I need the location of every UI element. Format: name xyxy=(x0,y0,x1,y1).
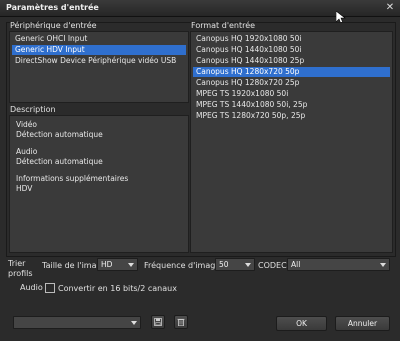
delete-preset-icon xyxy=(177,318,185,326)
profiles-label: profils xyxy=(8,269,33,278)
format-item[interactable]: MPEG TS 1920x1080 50i xyxy=(193,89,390,99)
audio-label: Audio xyxy=(20,283,43,292)
chevron-down-icon xyxy=(245,263,251,267)
description-line: Détection automatique xyxy=(16,130,103,139)
chevron-down-icon xyxy=(128,263,134,267)
format-item[interactable]: MPEG TS 1440x1080 50i, 25p xyxy=(193,100,390,110)
format-item[interactable]: Canopus HQ 1280x720 25p xyxy=(193,78,390,88)
delete-preset-button[interactable] xyxy=(174,315,188,329)
cancel-button[interactable]: Annuler xyxy=(335,316,390,331)
format-item[interactable]: Canopus HQ 1280x720 50p xyxy=(193,67,390,77)
description-line: HDV xyxy=(16,184,33,193)
format-item[interactable]: Canopus HQ 1440x1080 25p xyxy=(193,56,390,66)
chevron-down-icon xyxy=(131,321,137,325)
frame-rate-value: 50 xyxy=(219,260,229,269)
format-item[interactable]: Canopus HQ 1920x1080 50i xyxy=(193,34,390,44)
window-title: Paramètres d'entrée xyxy=(6,3,99,12)
chevron-down-icon xyxy=(380,263,386,267)
codec-value: All xyxy=(291,260,301,269)
close-icon[interactable]: ✕ xyxy=(384,2,396,14)
codec-dropdown[interactable]: All xyxy=(287,258,390,271)
ok-button[interactable]: OK xyxy=(276,316,327,331)
device-item[interactable]: Generic OHCI Input xyxy=(12,34,186,44)
frame-rate-label: Fréquence d'images xyxy=(144,261,225,270)
frame-rate-dropdown[interactable]: 50 xyxy=(215,258,255,271)
convert-audio-checkbox[interactable] xyxy=(45,283,55,293)
format-item[interactable]: Canopus HQ 1440x1080 50i xyxy=(193,45,390,55)
convert-audio-label[interactable]: Convertir en 16 bits/2 canaux xyxy=(58,284,177,293)
description-line: Vidéo xyxy=(16,120,38,129)
image-size-dropdown[interactable]: HD xyxy=(97,258,138,271)
description-line: Détection automatique xyxy=(16,157,103,166)
sort-label: Trier xyxy=(8,259,26,268)
device-item[interactable]: DirectShow Device Périphérique vidéo USB xyxy=(12,56,186,66)
codec-label: CODEC xyxy=(258,261,287,270)
description-panel: Vidéo Détection automatique Audio Détect… xyxy=(9,115,189,253)
description-line: Informations supplémentaires xyxy=(16,174,129,183)
save-preset-icon xyxy=(154,318,162,326)
dialog-body: Périphérique d'entrée Generic OHCI Input… xyxy=(6,21,396,257)
description-header: Description xyxy=(10,105,56,114)
format-item[interactable]: MPEG TS 1280x720 50p, 25p xyxy=(193,111,390,121)
image-size-value: HD xyxy=(101,260,113,269)
device-list[interactable]: Generic OHCI Input Generic HDV Input Dir… xyxy=(9,31,189,103)
description-line: Audio xyxy=(16,147,38,156)
save-preset-button[interactable] xyxy=(151,315,165,329)
preset-dropdown[interactable] xyxy=(13,316,141,329)
device-item[interactable]: Generic HDV Input xyxy=(12,45,186,55)
format-list[interactable]: Canopus HQ 1920x1080 50i Canopus HQ 1440… xyxy=(190,31,393,253)
format-header: Format d'entrée xyxy=(191,21,256,30)
device-header: Périphérique d'entrée xyxy=(10,21,97,30)
